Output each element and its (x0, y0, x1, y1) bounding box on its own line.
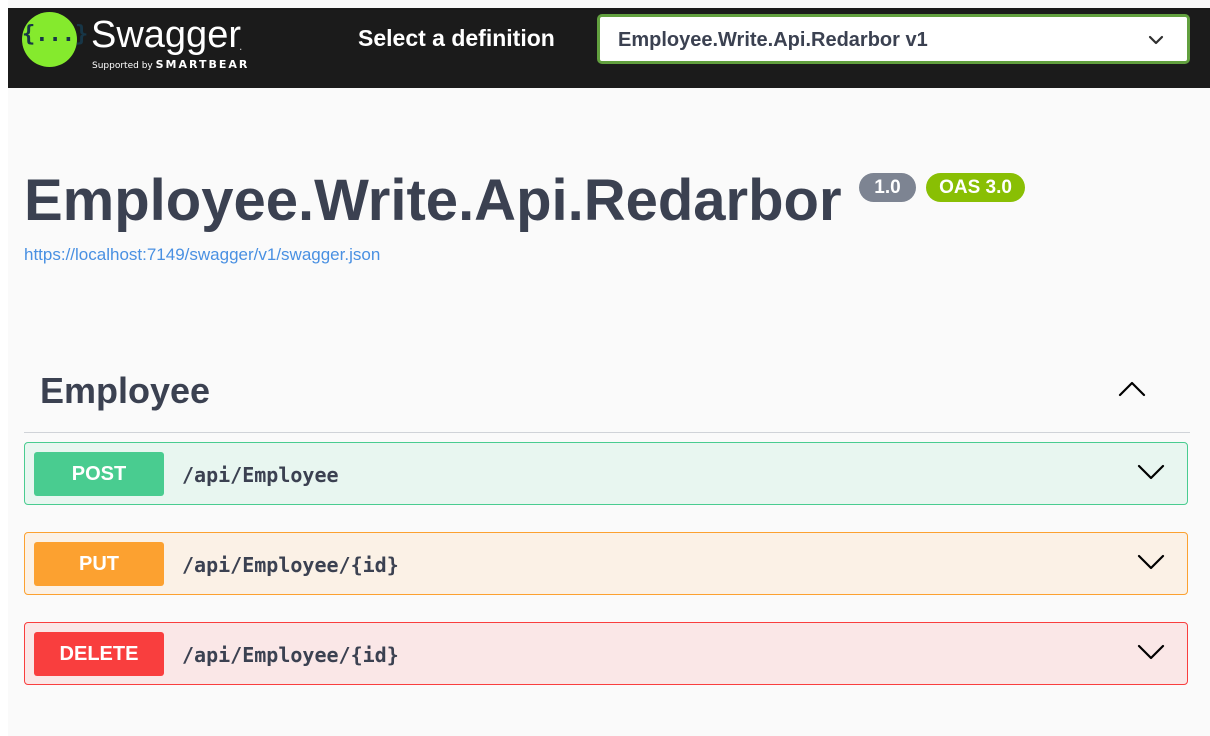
chevron-up-icon[interactable] (1118, 379, 1146, 399)
supported-by-text: Supported by (92, 61, 153, 71)
operation-post-employee[interactable]: POST /api/Employee (24, 442, 1188, 505)
page-margin (0, 0, 8, 736)
topbar: {...} Swagger . Supported by SMARTBEAR S… (8, 8, 1210, 88)
definition-select[interactable]: Employee.Write.Api.Redarbor v1 (597, 14, 1190, 64)
oas-badge: OAS 3.0 (926, 173, 1025, 202)
operation-path: /api/Employee (182, 463, 339, 487)
definition-select-value: Employee.Write.Api.Redarbor v1 (618, 29, 928, 51)
operation-put-employee-id[interactable]: PUT /api/Employee/{id} (24, 532, 1188, 595)
chevron-down-icon[interactable] (1137, 553, 1165, 571)
tag-section-header[interactable]: Employee (24, 360, 1190, 433)
operation-path: /api/Employee/{id} (182, 643, 399, 667)
chevron-down-icon[interactable] (1137, 643, 1165, 661)
logo-dot: . (239, 39, 243, 53)
chevron-down-icon[interactable] (1137, 463, 1165, 481)
tag-title: Employee (40, 370, 211, 411)
version-badge: 1.0 (859, 173, 916, 202)
logo-braces: {...} (22, 22, 89, 47)
swagger-logo-icon: {...} (22, 12, 89, 67)
smartbear-text: SMARTBEAR (155, 58, 250, 71)
logo-text: Swagger (91, 14, 241, 56)
spec-url-link[interactable]: https://localhost:7149/swagger/v1/swagge… (24, 245, 380, 265)
select-definition-label: Select a definition (358, 25, 555, 51)
method-badge-post: POST (34, 452, 164, 496)
swagger-logo[interactable]: {...} Swagger . Supported by SMARTBEAR (22, 12, 282, 72)
operation-path: /api/Employee/{id} (182, 553, 399, 577)
method-badge-put: PUT (34, 542, 164, 586)
method-badge-delete: DELETE (34, 632, 164, 676)
logo-supported-by: Supported by SMARTBEAR (92, 58, 249, 71)
api-title: Employee.Write.Api.Redarbor (24, 168, 842, 233)
operation-delete-employee-id[interactable]: DELETE /api/Employee/{id} (24, 622, 1188, 685)
chevron-down-icon (1148, 35, 1164, 45)
